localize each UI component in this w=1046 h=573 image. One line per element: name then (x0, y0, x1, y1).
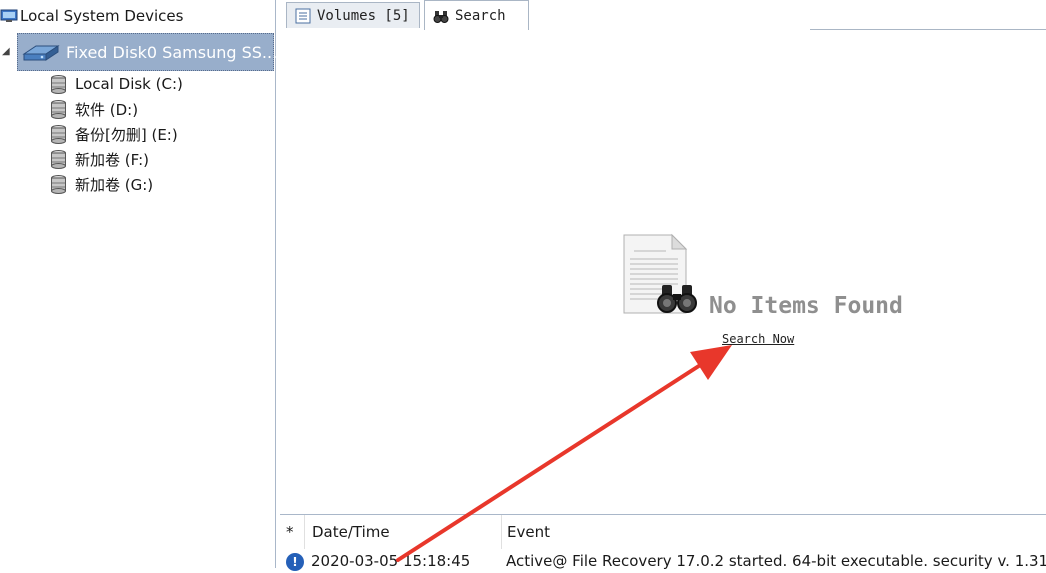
log-col-marker[interactable]: * (286, 523, 294, 541)
log-col-event[interactable]: Event (507, 523, 550, 541)
collapse-triangle-icon[interactable]: ◢ (2, 46, 10, 57)
document-search-icon (623, 233, 697, 314)
log-header-row: * Date/Time Event (280, 515, 1046, 549)
tab-search-label: Search (455, 7, 506, 24)
volumes-list-icon (295, 8, 311, 23)
tab-volumes-label: Volumes [5] (317, 7, 410, 24)
device-tree-pane: Local System Devices ◢ Fixed Disk0 Samsu… (0, 0, 278, 568)
volume-label: 新加卷 (F:) (75, 150, 149, 169)
tree-item-volume-d[interactable]: 软件 (D:) (50, 97, 138, 121)
volume-icon (51, 124, 66, 144)
tree-item-volume-e[interactable]: 备份[勿删] (E:) (50, 122, 178, 146)
disk0-selected[interactable]: Fixed Disk0 Samsung SS... (17, 33, 278, 71)
tree-root-local-system-devices[interactable]: Local System Devices (0, 4, 183, 28)
tab-search[interactable]: Search (424, 0, 529, 30)
search-results-area: No Items Found Search Now (282, 30, 1046, 508)
tab-bar: Volumes [5] Search (282, 0, 1046, 30)
log-datetime: 2020-03-05 15:18:45 (311, 552, 471, 570)
tree-item-volume-g[interactable]: 新加卷 (G:) (50, 172, 153, 196)
volume-icon (51, 174, 66, 194)
hard-disk-icon (22, 45, 60, 61)
search-now-link[interactable]: Search Now (722, 332, 794, 346)
tab-volumes[interactable]: Volumes [5] (286, 2, 420, 28)
tree-item-volume-f[interactable]: 新加卷 (F:) (50, 147, 149, 171)
volume-label: 备份[勿删] (E:) (75, 125, 178, 144)
tree-root-label: Local System Devices (20, 7, 184, 25)
volume-label: 软件 (D:) (75, 100, 139, 119)
volume-label: Local Disk (C:) (75, 75, 183, 93)
tree-item-disk0[interactable]: ◢ Fixed Disk0 Samsung SS... (0, 33, 278, 71)
info-icon: ! (286, 553, 304, 571)
log-event: Active@ File Recovery 17.0.2 started. 64… (506, 552, 1046, 570)
volume-icon (51, 99, 66, 119)
column-separator[interactable] (304, 515, 305, 549)
disk0-label: Fixed Disk0 Samsung SS... (66, 43, 278, 62)
volume-icon (51, 149, 66, 169)
log-row[interactable]: ! 2020-03-05 15:18:45 Active@ File Recov… (280, 551, 1046, 573)
volume-icon (51, 74, 66, 94)
event-log-pane: * Date/Time Event ! 2020-03-05 15:18:45 … (280, 514, 1046, 571)
column-separator[interactable] (501, 515, 502, 549)
binoculars-icon (433, 10, 449, 23)
log-col-datetime[interactable]: Date/Time (312, 523, 390, 541)
tree-item-volume-c[interactable]: Local Disk (C:) (50, 72, 183, 96)
computer-icon (0, 9, 18, 22)
volume-label: 新加卷 (G:) (75, 175, 154, 194)
no-items-message: No Items Found (709, 293, 903, 319)
